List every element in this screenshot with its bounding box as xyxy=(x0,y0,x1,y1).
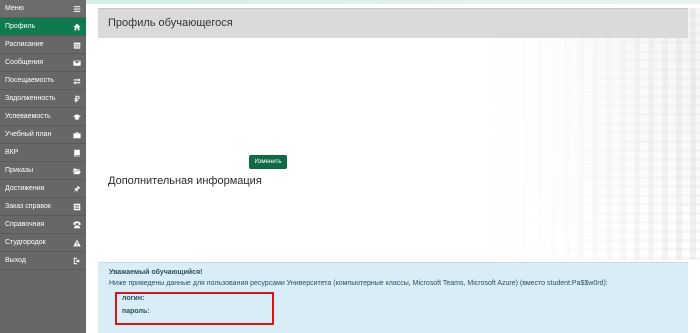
sidebar-item-label: Успеваемость xyxy=(5,113,51,120)
page-title: Профиль обучающегося xyxy=(108,17,233,29)
sidebar: Меню Профиль Расписание Сообщения Посеща… xyxy=(0,0,86,333)
calendar-icon xyxy=(72,40,81,49)
sidebar-item-label: Достижения xyxy=(5,185,45,192)
notice-text: Ниже приведены данные для пользования ре… xyxy=(109,280,608,287)
top-strip xyxy=(86,0,700,4)
sidebar-item-orders[interactable]: Приказы xyxy=(0,162,86,180)
login-label: логин: xyxy=(122,295,145,302)
home-icon xyxy=(72,22,81,31)
sidebar-item-label: Выход xyxy=(5,257,26,264)
graduation-cap-icon xyxy=(72,112,81,121)
notice-title: Уважаемый обучающийся! xyxy=(109,269,203,276)
sidebar-item-label: Меню xyxy=(5,5,24,12)
sidebar-item-label: Учебный план xyxy=(5,131,52,138)
book-icon xyxy=(72,148,81,157)
sidebar-item-messages[interactable]: Сообщения xyxy=(0,54,86,72)
sidebar-item-achievements[interactable]: Достижения xyxy=(0,180,86,198)
sidebar-item-menu[interactable]: Меню xyxy=(0,0,86,18)
sidebar-item-study-plan[interactable]: Учебный план xyxy=(0,126,86,144)
sidebar-item-profile[interactable]: Профиль xyxy=(0,18,86,36)
sidebar-item-label: Студгородок xyxy=(5,239,46,246)
main-content: Профиль обучающегося Изменить Дополнител… xyxy=(86,0,700,333)
sidebar-item-thesis[interactable]: ВКР xyxy=(0,144,86,162)
profile-header: Профиль обучающегося xyxy=(98,8,688,38)
sidebar-item-help-desk[interactable]: Справочная xyxy=(0,216,86,234)
sidebar-item-debt[interactable]: Задолженность xyxy=(0,90,86,108)
folder-open-icon xyxy=(72,166,81,175)
envelope-icon xyxy=(72,58,81,67)
sidebar-item-label: Заказ справок xyxy=(5,203,51,210)
phone-icon xyxy=(72,220,81,229)
credentials-notice: Уважаемый обучающийся! Ниже приведены да… xyxy=(98,262,688,333)
sidebar-item-performance[interactable]: Успеваемость xyxy=(0,108,86,126)
background-fade xyxy=(480,8,700,260)
sidebar-item-label: Сообщения xyxy=(5,59,43,66)
briefcase-icon xyxy=(72,130,81,139)
sidebar-item-label: ВКР xyxy=(5,149,19,156)
ruble-icon xyxy=(72,94,81,103)
hamburger-icon xyxy=(72,4,81,13)
sidebar-item-label: Посещаемость xyxy=(5,77,54,84)
sidebar-item-certificates[interactable]: Заказ справок xyxy=(0,198,86,216)
sidebar-item-schedule[interactable]: Расписание xyxy=(0,36,86,54)
sidebar-item-label: Справочная xyxy=(5,221,45,228)
sidebar-item-label: Задолженность xyxy=(5,95,56,102)
sidebar-item-attendance[interactable]: Посещаемость xyxy=(0,72,86,90)
extra-info-heading: Дополнительная информация xyxy=(108,175,262,187)
sidebar-item-label: Профиль xyxy=(5,23,36,30)
sidebar-item-logout[interactable]: Выход xyxy=(0,252,86,270)
pushpin-icon xyxy=(72,184,81,193)
list-box-icon xyxy=(72,202,81,211)
arrows-icon xyxy=(72,76,81,85)
logout-icon xyxy=(72,256,81,265)
warning-icon xyxy=(72,238,81,247)
sidebar-item-label: Расписание xyxy=(5,41,44,48)
edit-button[interactable]: Изменить xyxy=(249,155,287,169)
sidebar-item-campus[interactable]: Студгородок xyxy=(0,234,86,252)
sidebar-item-label: Приказы xyxy=(5,167,34,174)
password-label: пароль: xyxy=(122,308,150,315)
